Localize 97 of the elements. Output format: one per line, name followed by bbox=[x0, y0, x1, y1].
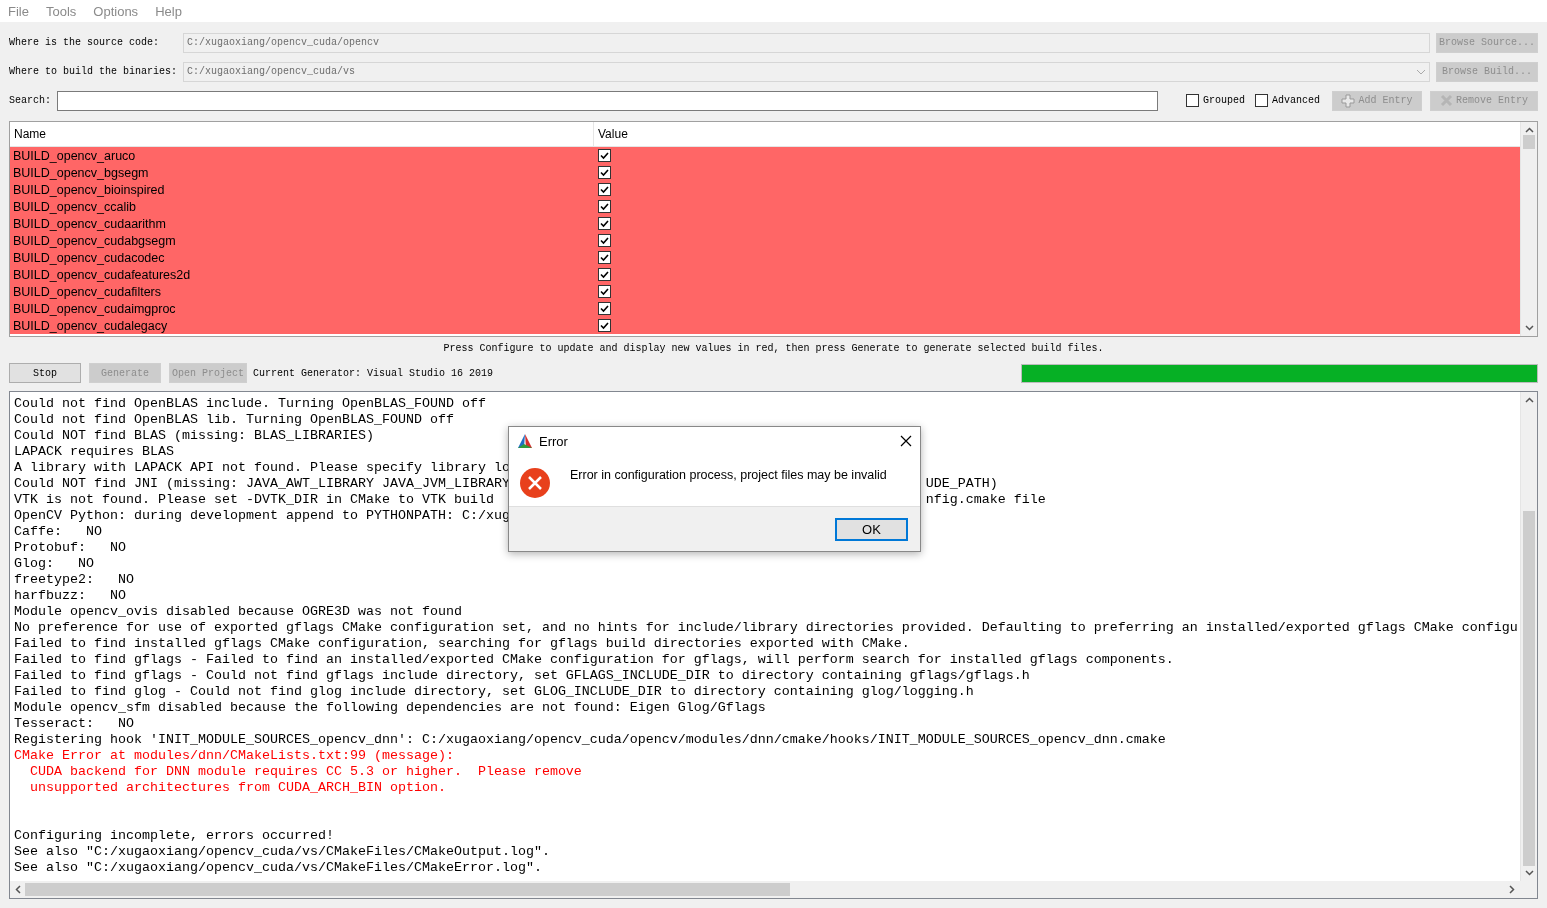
build-label: Where to build the binaries: bbox=[9, 66, 177, 77]
hint-text: Press Configure to update and display new values in red, then press Generate to generate selected build files. bbox=[442, 343, 1105, 356]
checkbox[interactable] bbox=[598, 268, 611, 281]
table-row[interactable]: BUILD_opencv_cudafilters bbox=[10, 283, 1520, 300]
checkbox[interactable] bbox=[598, 183, 611, 196]
generator-label: Current Generator: Visual Studio 16 2019 bbox=[253, 367, 494, 379]
vertical-scrollbar[interactable] bbox=[1520, 122, 1537, 336]
table-cell-text: BUILD_opencv_bgsegm bbox=[12, 165, 150, 180]
table-row[interactable]: BUILD_opencv_bgsegm bbox=[10, 164, 1520, 181]
table-cell-text: BUILD_opencv_bioinspired bbox=[12, 182, 166, 197]
error-log-line: CUDA backend for DNN module requires CC 5.3 or higher. Please remove bbox=[29, 764, 582, 780]
error-icon bbox=[519, 466, 551, 499]
chevron-down-icon[interactable] bbox=[1524, 870, 1534, 876]
checkbox[interactable] bbox=[598, 251, 611, 264]
option-label: Advanced bbox=[1272, 95, 1320, 106]
source-label: Where is the source code: bbox=[9, 37, 161, 48]
column-header[interactable]: Name bbox=[10, 122, 594, 146]
table-row[interactable]: BUILD_opencv_cudacodec bbox=[10, 249, 1520, 266]
table-row[interactable]: BUILD_opencv_aruco bbox=[10, 147, 1520, 164]
log-line: Glog: NO bbox=[14, 556, 94, 572]
search-label: Search: bbox=[9, 95, 51, 106]
table-cell-text: BUILD_opencv_cudalegacy bbox=[12, 318, 169, 333]
table-row[interactable]: BUILD_opencv_cudafeatures2d bbox=[10, 266, 1520, 283]
option-label: Grouped bbox=[1202, 95, 1245, 106]
table-row[interactable]: BUILD_opencv_cudalegacy bbox=[10, 317, 1520, 334]
scrollbar-thumb[interactable] bbox=[25, 883, 790, 896]
menu-item[interactable]: Options bbox=[93, 3, 147, 19]
log-line: Failed to find gflags - Could not find gflags include directory, set GFLAGS_INCLUDE_DIR to directory containing gflags/gflags.h bbox=[14, 668, 1030, 684]
log-line: VTK is not found. Please set -DVTK_DIR in CMake to VTK build bbox=[14, 492, 494, 508]
vertical-scrollbar[interactable] bbox=[1520, 392, 1537, 881]
column-header[interactable]: Value bbox=[594, 122, 1520, 146]
checkbox[interactable] bbox=[598, 302, 611, 315]
log-line: Caffe: NO bbox=[14, 524, 102, 540]
log-line: Failed to find installed gflags CMake configuration, searching for gflags build directories exported with CMake. bbox=[14, 636, 910, 652]
scrollbar-thumb[interactable] bbox=[1523, 135, 1535, 149]
checkbox[interactable] bbox=[598, 234, 611, 247]
checkbox[interactable] bbox=[598, 166, 611, 179]
log-line: Failed to find glog - Could not find glog include directory, set GLOG_INCLUDE_DIR to directory containing glog/logging.h bbox=[14, 684, 974, 700]
search-field[interactable] bbox=[57, 90, 1158, 111]
table-row[interactable]: BUILD_opencv_cudabgsegm bbox=[10, 232, 1520, 249]
log-line: LAPACK requires BLAS bbox=[14, 444, 174, 460]
log-line: Could not find OpenBLAS include. Turning OpenBLAS_FOUND off bbox=[14, 396, 486, 412]
checkbox[interactable] bbox=[598, 319, 611, 332]
log-line: No preference for use of exported gflags CMake configuration set, and no hints for include/library directories provided. Defaulting to preferring an installed/exported gflags CMake configu bbox=[14, 620, 1518, 636]
error-log-line: unsupported architectures from CUDA_ARCH_BIN option. bbox=[29, 780, 446, 796]
close-icon[interactable] bbox=[900, 435, 912, 447]
horizontal-scrollbar[interactable] bbox=[10, 881, 1537, 898]
table-row[interactable]: BUILD_opencv_ccalib bbox=[10, 198, 1520, 215]
table-row[interactable]: BUILD_opencv_cudaimgproc bbox=[10, 300, 1520, 317]
plus-icon bbox=[1341, 93, 1356, 108]
dialog-title: Error bbox=[539, 433, 569, 449]
scrollbar-thumb[interactable] bbox=[1523, 511, 1535, 866]
chevron-up-icon[interactable] bbox=[1524, 397, 1534, 403]
checkbox[interactable] bbox=[1255, 94, 1268, 107]
log-line: See also "C:/xugaoxiang/opencv_cuda/vs/CMakeFiles/CMakeOutput.log". bbox=[14, 844, 550, 860]
checkbox[interactable] bbox=[598, 200, 611, 213]
checkbox[interactable] bbox=[598, 149, 611, 162]
table-cell-text: BUILD_opencv_cudacodec bbox=[12, 250, 166, 265]
table-cell-text: BUILD_opencv_aruco bbox=[12, 148, 137, 163]
build-path-dropdown[interactable]: C:/xugaoxiang/opencv_cuda/vs bbox=[183, 61, 1430, 82]
log-line: harfbuzz: NO bbox=[14, 588, 126, 604]
chevron-right-icon[interactable] bbox=[1509, 885, 1515, 894]
table-row[interactable]: BUILD_opencv_bioinspired bbox=[10, 181, 1520, 198]
table-cell-text: BUILD_opencv_cudaarithm bbox=[12, 216, 167, 231]
log-line: Registering hook 'INIT_MODULE_SOURCES_opencv_dnn': C:/xugaoxiang/opencv_cuda/opencv/modules/dnn/cmake/hooks/INIT_MODULE_SOURCES_opencv_dnn.cmake bbox=[14, 732, 1166, 748]
log-line: Configuring incomplete, errors occurred! bbox=[14, 828, 334, 844]
checkbox[interactable] bbox=[1185, 94, 1199, 107]
chevron-down-icon[interactable] bbox=[1524, 325, 1534, 331]
chevron-up-icon[interactable] bbox=[1524, 127, 1534, 133]
chevron-left-icon[interactable] bbox=[15, 885, 21, 894]
dialog-message: Error in configuration process, project files may be invalid bbox=[570, 467, 887, 482]
log-line: Module opencv_ovis disabled because OGRE3D was not found bbox=[14, 604, 462, 620]
log-line: Could not find OpenBLAS lib. Turning OpenBLAS_FOUND off bbox=[14, 412, 454, 428]
table-cell-text: BUILD_opencv_cudafeatures2d bbox=[12, 267, 192, 282]
table-cell-text: BUILD_opencv_ccalib bbox=[12, 199, 137, 214]
table-cell-text: BUILD_opencv_cudaimgproc bbox=[12, 301, 177, 316]
action-button[interactable]: Stop bbox=[9, 363, 81, 383]
log-line: Protobuf: NO bbox=[14, 540, 126, 556]
table-cell-text: BUILD_opencv_cudabgsegm bbox=[12, 233, 177, 248]
source-path-field[interactable]: C:/xugaoxiang/opencv_cuda/opencv bbox=[183, 32, 1430, 53]
checkbox[interactable] bbox=[598, 285, 611, 298]
log-line: Module opencv_sfm disabled because the following dependencies are not found: Eigen Glog/Gflags bbox=[14, 700, 766, 716]
log-line: freetype2: NO bbox=[14, 572, 134, 588]
log-line: Could NOT find JNI (missing: JAVA_AWT_LIBRARY JAVA_JVM_LIBRARY bbox=[14, 476, 510, 492]
checkbox[interactable] bbox=[598, 217, 611, 230]
triangle-logo-icon bbox=[517, 433, 533, 449]
log-line: Tesseract: NO bbox=[14, 716, 134, 732]
ok-button[interactable]: OK bbox=[835, 517, 908, 541]
error-log-line: CMake Error at modules/dnn/CMakeLists.txt:99 (message): bbox=[14, 748, 454, 764]
menu-item[interactable]: Help bbox=[155, 3, 190, 19]
log-line: Failed to find gflags - Failed to find an installed/exported CMake configuration for gflags, will perform search for installed gflags components. bbox=[14, 652, 1174, 668]
table-row[interactable]: BUILD_opencv_cudaarithm bbox=[10, 215, 1520, 232]
log-line: Could NOT find BLAS (missing: BLAS_LIBRARIES) bbox=[14, 428, 374, 444]
log-line: nfig.cmake file bbox=[925, 492, 1046, 508]
log-line: UDE_PATH) bbox=[925, 476, 998, 492]
table-cell-text: BUILD_opencv_cudafilters bbox=[12, 284, 162, 299]
log-line: See also "C:/xugaoxiang/opencv_cuda/vs/CMakeFiles/CMakeError.log". bbox=[14, 860, 542, 876]
